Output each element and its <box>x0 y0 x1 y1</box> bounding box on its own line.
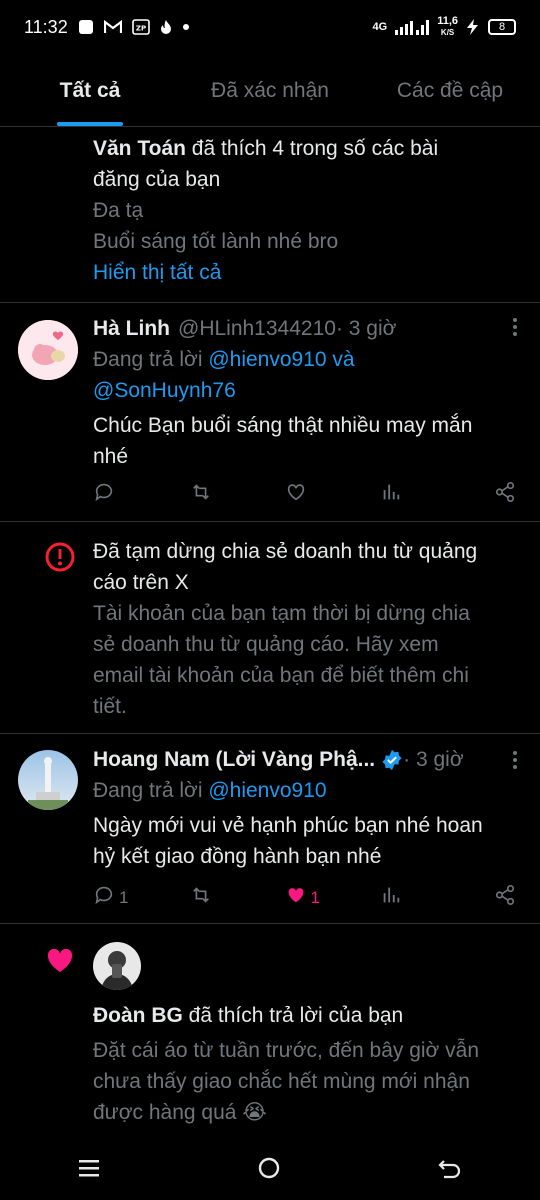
heart-filled-icon <box>44 944 76 981</box>
views-icon <box>380 884 402 911</box>
more-options-icon[interactable] <box>512 317 518 343</box>
charging-icon <box>466 19 480 35</box>
reply-button[interactable]: 1 <box>93 884 133 911</box>
post-time: · 3 giờ <box>335 317 397 340</box>
views-button[interactable] <box>380 481 420 508</box>
share-button[interactable] <box>476 884 516 911</box>
reply-preview: được hàng quá 😭 <box>93 1101 267 1124</box>
like-notification[interactable]: Văn Toán đã thích 4 trong số các bài đăn… <box>0 127 540 303</box>
post-preview: Buổi sáng tốt lành nhé bro <box>93 230 339 253</box>
tweet-actions <box>93 481 516 508</box>
author-handle[interactable]: @HLinh1344210 <box>178 313 336 344</box>
recent-apps-icon[interactable] <box>78 1158 100 1183</box>
reply-icon <box>93 481 115 508</box>
alert-icon <box>44 541 76 578</box>
tab-all[interactable]: Tất cả <box>0 56 180 126</box>
back-icon[interactable] <box>438 1157 462 1184</box>
notification-user[interactable]: Văn Toán <box>93 137 186 160</box>
share-icon <box>494 884 516 911</box>
post-preview: Đa tạ <box>93 199 144 222</box>
square-notification-icon <box>78 19 94 35</box>
like-button[interactable]: 1 <box>285 884 325 911</box>
home-icon[interactable] <box>257 1156 281 1185</box>
like-count: 1 <box>310 887 320 907</box>
views-button[interactable] <box>380 884 420 911</box>
status-time: 11:32 <box>24 16 68 37</box>
post-time: · 3 giờ <box>403 748 464 771</box>
monetization-notice[interactable]: Đã tạm dừng chia sẻ doanh thu từ quảng c… <box>0 522 540 734</box>
tweet-text: hỷ kết giao đồng hành bạn nhé <box>93 845 382 868</box>
notice-body: Tài khoản của bạn tạm thời bị dừng chia <box>93 602 470 625</box>
tweet-text: Chúc Bạn buổi sáng thật nhiều may mắn <box>93 414 473 437</box>
dot-icon <box>182 23 190 31</box>
status-bar: 11:32 ZP 4G 11,6 K/S 8 <box>0 0 540 54</box>
fire-icon <box>160 19 172 35</box>
author-name[interactable]: Hoang Nam (Lời Vàng Phậ... <box>93 744 375 775</box>
zalo-pay-icon: ZP <box>131 19 150 35</box>
reply-tweet[interactable]: Hà Linh @HLinh1344210 · 3 giờ Đang trả l… <box>0 303 540 522</box>
system-nav-bar <box>0 1140 540 1200</box>
mention-link[interactable]: @SonHuynh76 <box>93 375 516 406</box>
reply-tweet[interactable]: Hoang Nam (Lời Vàng Phậ... · 3 giờ Đang … <box>0 734 540 924</box>
notification-action: đã thích trả lời của bạn <box>182 1004 404 1027</box>
reply-preview: chưa thấy giao chắc hết mùng mới nhận <box>93 1070 470 1093</box>
more-options-icon[interactable] <box>512 750 518 776</box>
verified-badge-icon <box>381 749 403 771</box>
tweet-text: nhé <box>93 445 129 468</box>
replying-label: Đang trả lời <box>93 348 209 371</box>
avatar[interactable] <box>18 750 78 810</box>
reply-button[interactable] <box>93 481 133 508</box>
views-icon <box>380 481 402 508</box>
network-label: 4G <box>372 21 388 33</box>
tweet-actions: 1 1 <box>93 884 516 911</box>
signal-icon <box>395 19 430 35</box>
notice-title: Đã tạm dừng chia sẻ doanh thu từ quảng <box>93 540 478 563</box>
replying-label: Đang trả lời <box>93 779 209 802</box>
svg-text:ZP: ZP <box>136 25 146 33</box>
repost-icon <box>189 481 213 508</box>
notification-action-cont: đăng của bạn <box>93 168 221 191</box>
reply-count: 1 <box>119 887 129 907</box>
heart-filled-icon <box>285 884 307 911</box>
show-all-link[interactable]: Hiển thị tất cả <box>93 257 516 288</box>
tab-bar: Tất cả Đã xác nhận Các đề cập <box>0 56 540 127</box>
reply-preview: Đặt cái áo từ tuần trước, đến bây giờ vẫ… <box>93 1039 480 1062</box>
repost-button[interactable] <box>189 481 229 508</box>
reply-icon <box>93 884 115 911</box>
author-name[interactable]: Hà Linh <box>93 313 170 344</box>
like-button[interactable] <box>285 481 325 508</box>
notification-user[interactable]: Đoàn BG <box>93 1004 183 1027</box>
heart-icon <box>285 481 307 508</box>
repost-icon <box>189 884 213 911</box>
avatar[interactable] <box>93 942 141 990</box>
tab-verified[interactable]: Đã xác nhận <box>180 56 360 126</box>
notice-title: cáo trên X <box>93 571 189 594</box>
mention-link[interactable]: @hienvo910 <box>208 779 326 802</box>
and-label: và <box>326 348 355 371</box>
avatar[interactable] <box>18 320 78 380</box>
mention-link[interactable]: @hienvo910 <box>208 348 326 371</box>
share-icon <box>494 481 516 508</box>
tweet-text: Ngày mới vui vẻ hạnh phúc bạn nhé hoan <box>93 814 483 837</box>
share-button[interactable] <box>476 481 516 508</box>
notice-body: email tài khoản của bạn để biết thêm chi <box>93 664 469 687</box>
repost-button[interactable] <box>189 884 229 911</box>
battery-icon: 8 <box>488 19 516 35</box>
like-notification[interactable]: Đoàn BG đã thích trả lời của bạn Đặt cái… <box>0 924 540 1140</box>
tab-mentions[interactable]: Các đề cập <box>360 56 540 126</box>
notice-body: sẻ doanh thu từ quảng cáo. Hãy xem <box>93 633 439 656</box>
notification-action: đã thích 4 trong số các bài <box>185 137 439 160</box>
notice-body: tiết. <box>93 695 127 718</box>
net-speed: 11,6 K/S <box>437 15 458 38</box>
gmail-icon <box>103 20 122 34</box>
